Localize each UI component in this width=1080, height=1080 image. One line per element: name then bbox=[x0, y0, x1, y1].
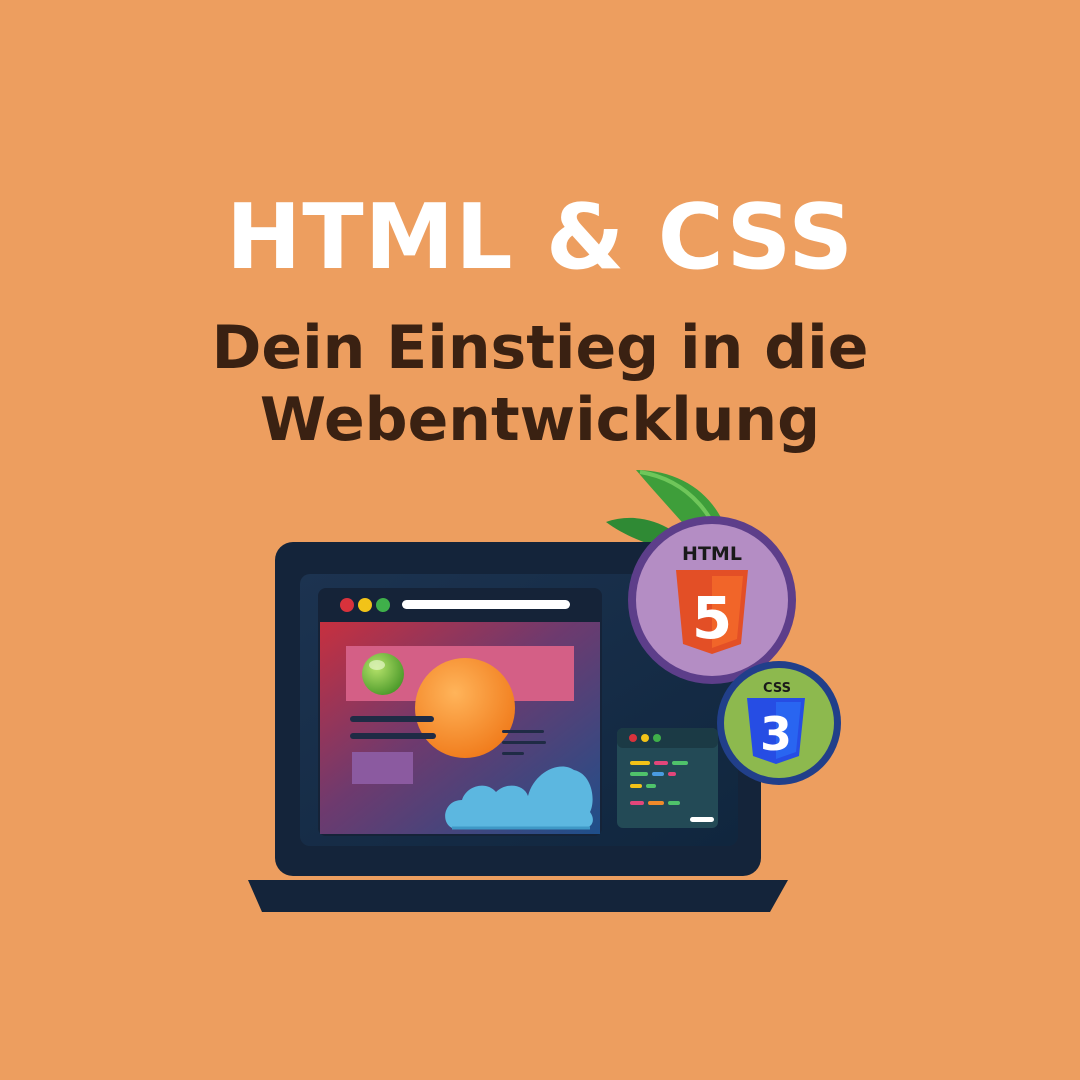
window-close-dot bbox=[340, 598, 354, 612]
laptop-illustration: HTML 5 CSS 3 bbox=[248, 470, 841, 912]
content-line bbox=[350, 733, 436, 739]
content-line bbox=[502, 752, 524, 755]
css3-badge: CSS 3 bbox=[717, 661, 841, 785]
content-line bbox=[502, 741, 546, 744]
code-line bbox=[668, 772, 676, 776]
content-line bbox=[502, 730, 544, 733]
html5-badge-label: HTML bbox=[682, 543, 742, 565]
code-line bbox=[630, 761, 650, 765]
code-editor-window bbox=[617, 728, 718, 828]
laptop-base bbox=[248, 880, 788, 912]
code-line bbox=[672, 761, 688, 765]
content-line bbox=[350, 716, 434, 722]
address-bar bbox=[402, 600, 570, 609]
browser-window bbox=[318, 588, 602, 836]
window-minimize-dot bbox=[358, 598, 372, 612]
css3-badge-label: CSS bbox=[763, 681, 791, 696]
code-line bbox=[648, 801, 664, 805]
code-line bbox=[654, 761, 668, 765]
code-line bbox=[630, 801, 644, 805]
code-line bbox=[630, 772, 648, 776]
code-line bbox=[690, 817, 714, 822]
html5-badge-number: 5 bbox=[692, 584, 732, 652]
code-line bbox=[646, 784, 656, 788]
green-ball-graphic bbox=[362, 653, 404, 695]
html5-badge: HTML 5 bbox=[628, 516, 796, 684]
code-line bbox=[668, 801, 680, 805]
code-line bbox=[630, 784, 642, 788]
code-line bbox=[652, 772, 664, 776]
content-block bbox=[352, 752, 413, 784]
css3-badge-number: 3 bbox=[760, 707, 792, 761]
window-maximize-dot bbox=[376, 598, 390, 612]
